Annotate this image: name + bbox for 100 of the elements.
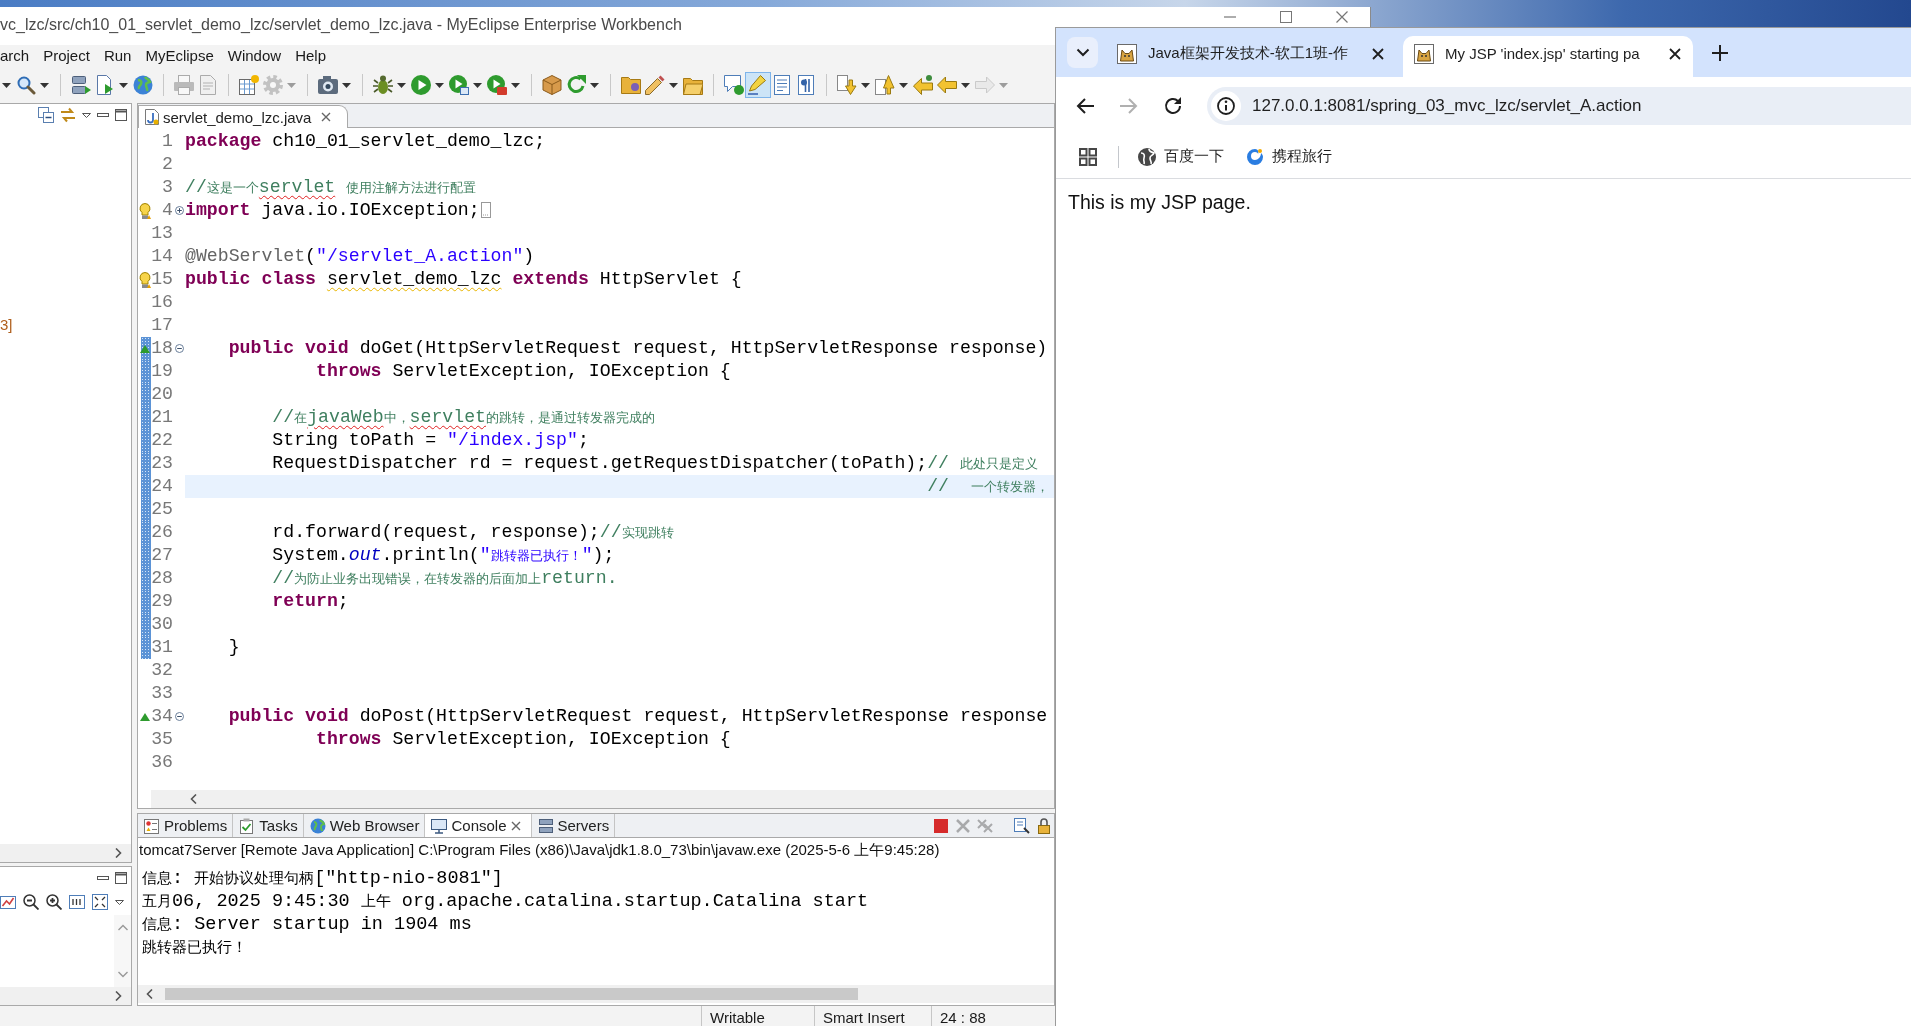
server-icon[interactable]	[71, 75, 91, 95]
maximize-icon[interactable]	[1280, 11, 1292, 23]
code-line: @WebServlet("/servlet_A.action")	[185, 246, 535, 266]
menu-item[interactable]: MyEclipse	[138, 46, 221, 66]
maximize-icon[interactable]	[115, 109, 127, 121]
line-number: 35	[151, 728, 173, 751]
caret-icon[interactable]	[961, 82, 970, 88]
left-arrow-icon[interactable]	[913, 75, 933, 95]
line-number: 30	[151, 613, 173, 636]
browser-tab[interactable]: My JSP 'index.jsp' starting pa	[1403, 36, 1693, 77]
play-icon[interactable]	[449, 75, 469, 95]
lightbulb-icon[interactable]	[138, 202, 151, 219]
chart-icon[interactable]	[0, 894, 16, 910]
editor-tab[interactable]: servlet_demo_lzc.java	[138, 105, 349, 128]
panel-tab[interactable]: Problems	[138, 814, 234, 837]
bookmark-link[interactable]: 百度一下	[1138, 147, 1224, 166]
plus-circle-icon[interactable]	[174, 206, 184, 215]
panel-tab[interactable]: Console	[425, 814, 532, 837]
up-arrow-icon[interactable]	[875, 75, 895, 95]
lightbulb-icon[interactable]	[138, 271, 151, 288]
link-arrows-icon[interactable]	[60, 107, 76, 123]
fit-icon[interactable]	[92, 894, 108, 910]
close-icon[interactable]	[1372, 47, 1384, 60]
list-icon[interactable]	[772, 75, 792, 95]
reload-icon[interactable]	[1164, 97, 1182, 115]
address-field[interactable]: 127.0.0.1:8081/spring_03_mvc_lzc/servlet_A.action	[1207, 87, 1911, 125]
folded-code-icon[interactable]	[480, 202, 491, 219]
globe-icon[interactable]	[133, 75, 153, 95]
caret-icon[interactable]	[590, 82, 599, 88]
caret-icon[interactable]	[435, 82, 444, 88]
folder-icon[interactable]	[683, 75, 703, 95]
bookmark-link[interactable]: 携程旅行	[1246, 147, 1332, 166]
close-icon[interactable]	[1669, 47, 1681, 60]
caret-icon[interactable]	[82, 112, 91, 118]
caret-icon[interactable]	[342, 82, 351, 88]
globe-icon	[1138, 147, 1156, 166]
grid-icon[interactable]	[1079, 147, 1097, 166]
menu-item[interactable]: Help	[288, 46, 333, 66]
left-arrow-icon[interactable]	[937, 75, 957, 95]
panel-tab[interactable]: Tasks	[233, 814, 304, 837]
file-icon	[145, 109, 159, 125]
caret-icon[interactable]	[899, 82, 908, 88]
play-icon[interactable]	[411, 75, 431, 95]
toolbox-icon[interactable]	[487, 75, 507, 95]
stop-icon[interactable]	[933, 817, 949, 834]
line-number: 22	[151, 429, 173, 452]
down-arrow-icon[interactable]	[837, 75, 857, 95]
table-icon[interactable]	[239, 75, 259, 95]
code-line: throws ServletException, IOException {	[316, 361, 731, 381]
zoom-out-icon[interactable]	[23, 894, 39, 910]
caret-icon[interactable]	[40, 82, 49, 88]
page-icon[interactable]	[69, 894, 85, 910]
caret-icon[interactable]	[397, 82, 406, 88]
document-icon[interactable]	[1014, 817, 1030, 834]
plus-icon[interactable]	[1712, 44, 1728, 61]
caret-icon[interactable]	[861, 82, 870, 88]
chevron-right-icon[interactable]	[113, 991, 123, 1001]
tree-item-text[interactable]: 3]	[0, 316, 13, 334]
info-icon[interactable]	[1211, 91, 1241, 121]
code-line: //为防止业务出现错误，在转发器的后面加上return.	[272, 568, 618, 588]
line-number: 15	[151, 268, 173, 291]
caret-icon[interactable]	[115, 899, 124, 905]
highlighter-icon[interactable]	[745, 72, 771, 98]
menu-item[interactable]: Window	[220, 46, 289, 66]
minus-circle-icon[interactable]	[174, 344, 184, 353]
comment-icon[interactable]	[724, 75, 744, 95]
back-arrow-icon[interactable]	[1076, 98, 1094, 114]
code-line: public class servlet_demo_lzc extends HttpServlet {	[185, 269, 742, 289]
camera-icon[interactable]	[318, 75, 338, 95]
menu-item[interactable]: Run	[96, 46, 139, 66]
code-line: rd.forward(request, response);//实现跳转	[272, 522, 674, 542]
menu-item[interactable]: Project	[36, 46, 97, 66]
browser-tab[interactable]: Java框架开发技术-软工1班-作	[1106, 36, 1396, 77]
package-icon[interactable]	[542, 75, 562, 95]
caret-icon[interactable]	[2, 82, 11, 88]
collapse-icon[interactable]	[38, 107, 54, 123]
caret-icon[interactable]	[473, 82, 482, 88]
tab-search-button[interactable]	[1067, 37, 1098, 68]
scrollbar-thumb[interactable]	[165, 988, 858, 1000]
folder-icon[interactable]	[621, 75, 641, 95]
chevron-left-icon[interactable]	[189, 794, 199, 804]
page-icon[interactable]	[796, 75, 816, 95]
chevron-left-icon[interactable]	[145, 989, 155, 999]
line-number: 28	[151, 567, 173, 590]
caret-icon[interactable]	[511, 82, 520, 88]
padlock-icon[interactable]	[1036, 817, 1052, 834]
search-icon[interactable]	[16, 75, 36, 95]
zoom-in-icon[interactable]	[46, 894, 62, 910]
up-triangle-icon[interactable]	[139, 712, 150, 721]
panel-tab[interactable]: Servers	[531, 814, 616, 837]
line-number: 31	[151, 636, 173, 659]
menu-item[interactable]: arch	[0, 46, 37, 66]
up-triangle-icon[interactable]	[139, 344, 150, 353]
maximize-icon[interactable]	[115, 872, 127, 884]
caret-icon[interactable]	[119, 82, 128, 88]
minus-circle-icon[interactable]	[174, 712, 184, 721]
chevron-right-icon[interactable]	[113, 848, 123, 858]
pen-icon[interactable]	[645, 75, 665, 95]
bug-icon[interactable]	[373, 75, 393, 95]
caret-icon[interactable]	[669, 82, 678, 88]
